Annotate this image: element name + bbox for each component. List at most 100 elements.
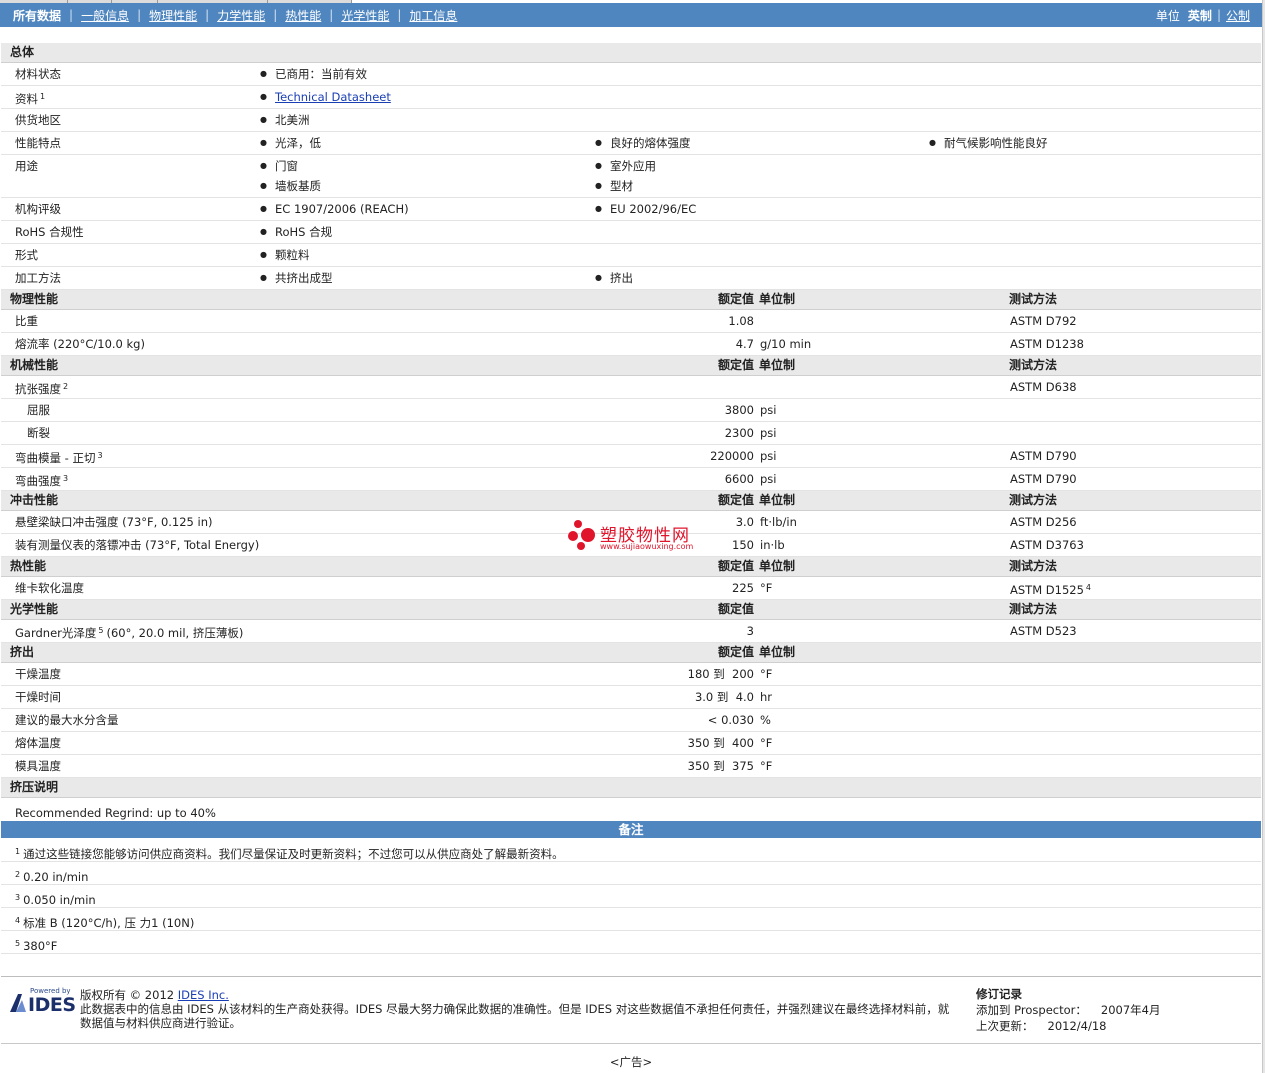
general-row-label: RoHS 合规性 — [15, 221, 84, 243]
rev-updated-value: 2012/4/18 — [1047, 1019, 1107, 1033]
test-method-text: ASTM D1525 — [1010, 583, 1084, 597]
property-name: 装有测量仪表的落镖冲击 (73°F, Total Energy) — [15, 534, 259, 556]
column-header-value: 额定值 — [717, 358, 754, 372]
general-row-label-text: 形式 — [15, 248, 38, 262]
copyright-prefix: 版权所有 © 2012 — [80, 988, 175, 1002]
section-header: 冲击性能 额定值 单位制 测试方法 — [1, 491, 1261, 511]
general-row-value: 北美洲 — [260, 109, 309, 131]
property-unit: psi — [760, 472, 777, 486]
property-unit: °F — [760, 581, 773, 595]
property-row: 熔体温度 350 到 400 °F — [1, 732, 1261, 755]
property-name: 维卡软化温度 — [15, 577, 84, 599]
ides-inc-link[interactable]: IDES Inc. — [178, 988, 229, 1002]
general-row-label: 用途 — [15, 155, 38, 177]
column-header-value: 额定值 — [717, 493, 754, 507]
tab-all-data[interactable]: 所有数据 — [0, 7, 69, 24]
column-header-unit: 单位制 — [759, 292, 796, 306]
note-number: 4 — [15, 916, 21, 925]
property-name: 弯曲强度 3 — [15, 468, 68, 492]
test-method-text: ASTM D792 — [1010, 314, 1077, 328]
note-body: 380°F — [23, 939, 58, 953]
property-name: 弯曲模量 - 正切 3 — [15, 445, 103, 469]
footnote-ref: 5 — [98, 626, 104, 635]
property-name: Gardner光泽度 5 (60°, 20.0 mil, 挤压薄板) — [15, 620, 243, 644]
tab-physical[interactable]: 物理性能 — [141, 7, 205, 24]
property-test-method: ASTM D3763 — [1010, 534, 1084, 556]
tab-general-info[interactable]: 一般信息 — [73, 7, 137, 24]
column-header-value: 额定值 — [717, 645, 754, 659]
general-row-label: 材料状态 — [15, 63, 61, 85]
property-name-condition: (60°, 20.0 mil, 挤压薄板) — [106, 626, 244, 640]
note-row: 5 380°F — [1, 931, 1261, 954]
general-row-value: 室外应用 — [595, 155, 656, 177]
revision-history: 修订记录 添加到 Prospector： 2007年4月 上次更新： 2012/4/… — [976, 986, 1160, 1034]
property-test-method: ASTM D256 — [1010, 511, 1077, 533]
property-test-method: ASTM D638 — [1010, 376, 1077, 398]
property-unit: in·lb — [760, 538, 785, 552]
property-value: 4.7 — [735, 337, 754, 351]
general-row-value: 良好的熔体强度 — [595, 132, 690, 154]
rev-added-label: 添加到 Prospector： — [976, 1003, 1087, 1017]
note-row: 4 标准 B (120°C/h), 压 力1 (10N) — [1, 908, 1261, 931]
general-row-value[interactable]: Technical Datasheet — [260, 86, 391, 108]
unit-metric-link[interactable]: 公制 — [1226, 7, 1250, 24]
column-header-unit: 单位制 — [759, 645, 796, 659]
watermark-dot — [574, 520, 582, 528]
property-row: Recommended Regrind: up to 40% — [1, 798, 1261, 822]
general-row: 形式 颗粒料 — [1, 244, 1261, 267]
note-number: 2 — [15, 870, 21, 879]
column-header-value: 额定值 — [717, 559, 754, 573]
section-nav-bar: 所有数据 | 一般信息 | 物理性能 | 力学性能 | 热性能 | 光学性能 |… — [0, 3, 1262, 27]
note-row: 1 通过这些链接您能够访问供应商资料。我们尽量保证及时更新资料；不过您可以从供应商… — [1, 839, 1261, 862]
tab-processing[interactable]: 加工信息 — [401, 7, 465, 24]
watermark-url: www.sujiaowuxing.com — [600, 542, 694, 551]
test-method-text: ASTM D1238 — [1010, 337, 1084, 351]
technical-datasheet-link[interactable]: Technical Datasheet — [275, 90, 391, 104]
property-name: 建议的最大水分含量 — [15, 709, 119, 731]
section-header: 挤压说明 — [1, 778, 1261, 798]
test-method-text: ASTM D523 — [1010, 624, 1077, 638]
section-title: 物理性能 — [10, 292, 59, 306]
section-header-general: 总体 — [1, 43, 1261, 63]
property-name: 熔体温度 — [15, 732, 61, 754]
watermark-dot — [577, 542, 585, 550]
property-name: 比重 — [15, 310, 38, 332]
note-body: 0.20 in/min — [23, 870, 89, 884]
property-unit: % — [760, 713, 771, 727]
watermark-logo: 塑胶物性网 www.sujiaowuxing.com — [568, 518, 708, 554]
property-unit: psi — [760, 449, 777, 463]
note-number: 1 — [15, 847, 21, 856]
general-row-label-text: RoHS 合规性 — [15, 225, 84, 239]
property-name-text: 弯曲强度 — [15, 474, 61, 488]
property-test-method: ASTM D1238 — [1010, 333, 1084, 355]
general-row-label: 资料 1 — [15, 86, 45, 110]
general-row: 性能特点 光泽，低 良好的熔体强度 耐气候影响性能良好 — [1, 132, 1261, 155]
property-value: 220000 — [710, 449, 754, 463]
property-name-text: 熔体温度 — [15, 736, 61, 750]
general-row-value: 共挤出成型 — [260, 267, 332, 289]
tab-mechanical[interactable]: 力学性能 — [209, 7, 273, 24]
general-row-value: 型材 — [595, 175, 633, 197]
unit-imperial: 英制 — [1187, 8, 1212, 23]
property-name: 悬壁梁缺口冲击强度 (73°F, 0.125 in) — [15, 511, 213, 533]
property-name-text: 熔流率 (220°C/10.0 kg) — [15, 337, 145, 351]
property-row: 模具温度 350 到 375 °F — [1, 755, 1261, 778]
tab-optical[interactable]: 光学性能 — [333, 7, 397, 24]
property-name-text: Recommended Regrind: up to 40% — [15, 806, 216, 820]
footnote-ref: 2 — [63, 382, 69, 391]
units-label: 单位 — [1155, 8, 1180, 23]
general-row-label: 加工方法 — [15, 267, 61, 289]
general-row: 用途 门窗 室外应用墙板基质 型材 — [1, 155, 1261, 198]
tab-thermal[interactable]: 热性能 — [277, 7, 329, 24]
property-row: 比重 1.08 ASTM D792 — [1, 310, 1261, 333]
section-title: 挤压说明 — [10, 780, 59, 794]
property-name: 干燥温度 — [15, 663, 61, 685]
column-header-unit: 单位制 — [759, 559, 796, 573]
note-body: 标准 B (120°C/h), 压 力1 (10N) — [23, 916, 195, 930]
general-row-value: 耐气候影响性能良好 — [929, 132, 1047, 154]
property-row: 弯曲强度 3 6600 psi ASTM D790 — [1, 468, 1261, 491]
note-row: 3 0.050 in/min — [1, 885, 1261, 908]
footnote-ref: 1 — [40, 92, 46, 101]
notes-list: 1 通过这些链接您能够访问供应商资料。我们尽量保证及时更新资料；不过您可以从供应商… — [1, 839, 1261, 954]
note-body: 0.050 in/min — [23, 893, 96, 907]
